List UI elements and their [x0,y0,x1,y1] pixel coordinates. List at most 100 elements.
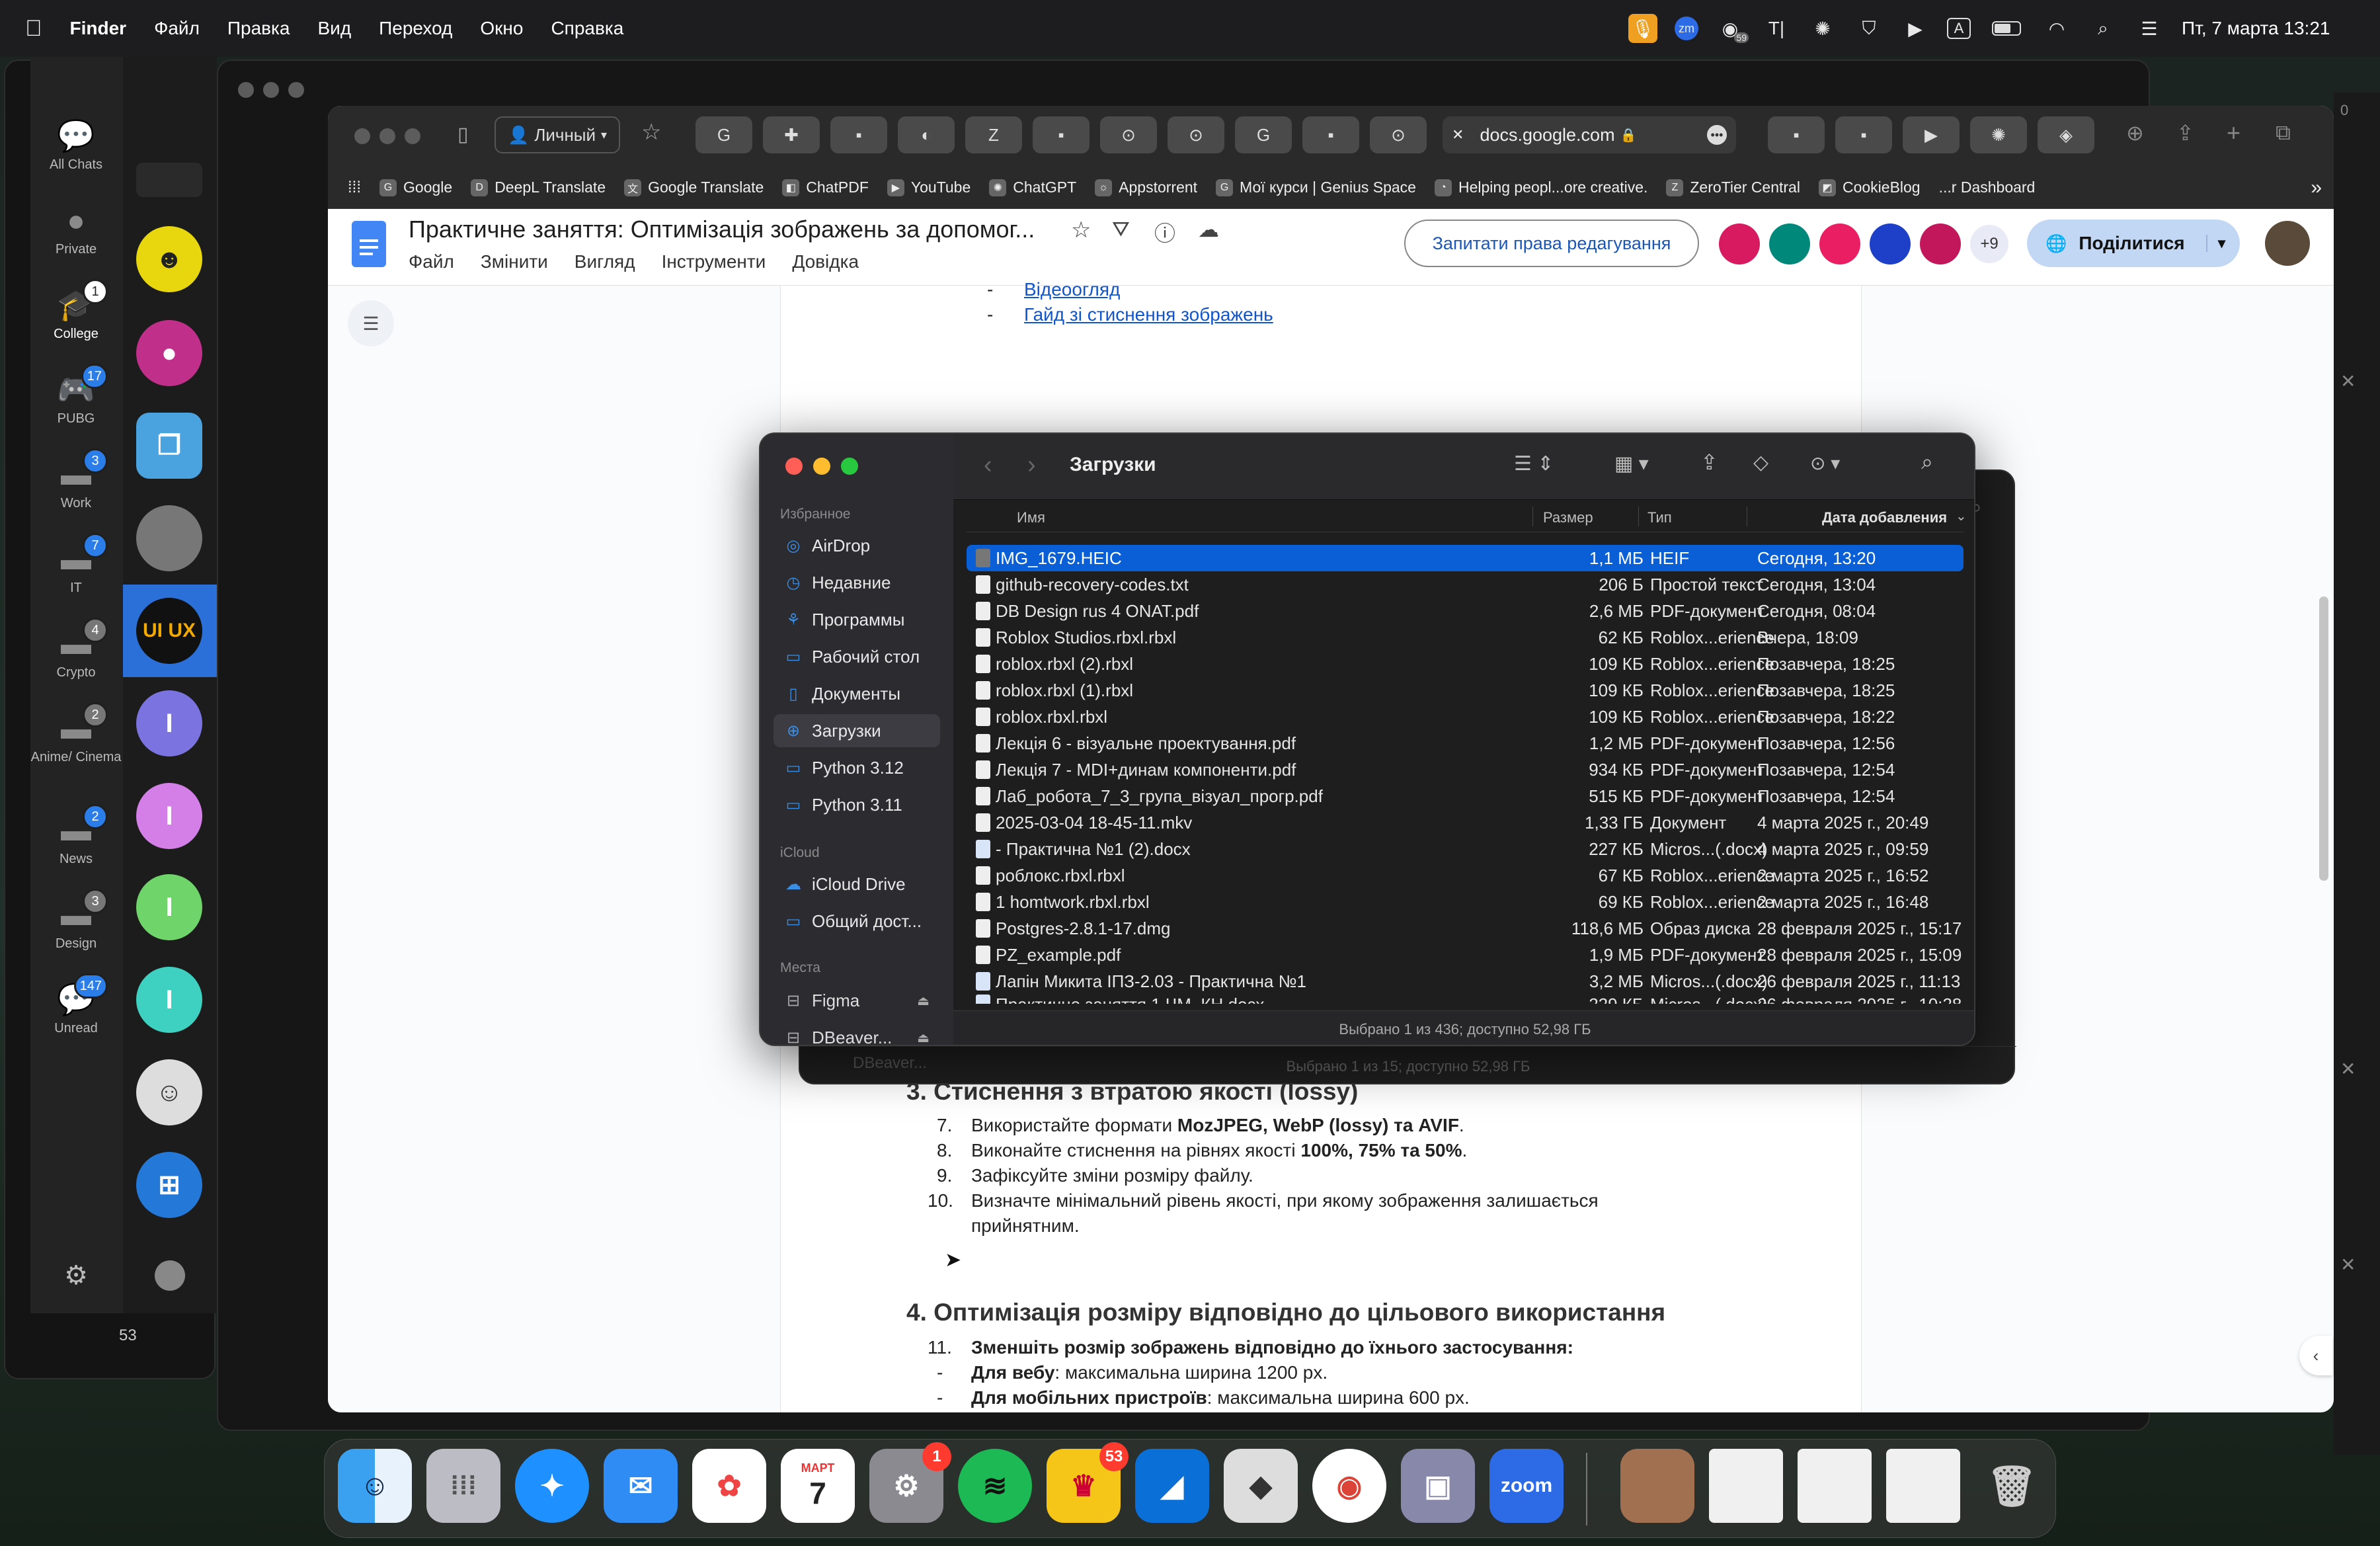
recent-window-dock-icon[interactable] [1709,1449,1783,1523]
menu-window[interactable]: Окно [480,18,523,39]
launchpad-dock-icon[interactable]: ⁞⁞⁞ [426,1449,500,1523]
profile-button[interactable]: 👤 Личный ▾ [495,116,620,153]
more-icon[interactable]: ••• [1707,125,1727,145]
notification-icon[interactable]: ◉ 59 [1716,14,1749,43]
eject-icon[interactable]: ⏏ [917,1030,930,1045]
tab-github[interactable]: ⊙ [1370,116,1427,153]
finder-dock-icon[interactable]: ☺ [338,1449,412,1523]
bookmark-genius-space[interactable]: G Мої курси | Genius Space [1216,179,1416,196]
bookmark-dashboard[interactable]: ...r Dashboard [1939,179,2036,196]
docs-menu-edit[interactable]: Змінити [481,251,548,272]
spotify-dock-icon[interactable]: ≋ [958,1449,1032,1523]
menu-go[interactable]: Переход [379,18,452,39]
collaborator-avatar[interactable] [1769,224,1810,264]
sidebar-item-documents[interactable]: ▯ Документы [774,677,940,710]
collaborator-avatar[interactable] [1819,224,1860,264]
folder-all-chats[interactable]: 💬 All Chats [30,118,122,173]
control-center-icon[interactable]: ☰ [2135,14,2164,43]
tab-pinned[interactable]: ◐ [898,116,955,153]
user-avatar[interactable] [2265,221,2310,266]
spotlight-search-icon[interactable]: ⌕ [2088,14,2118,43]
file-row[interactable]: IMG_1679.HEIC 1,1 МБ HEIF Сегодня, 13:20 [967,545,1964,571]
collaborator-avatar[interactable] [1870,224,1911,264]
downloads-icon[interactable]: ⊕ [2126,120,2144,145]
bookmark-google-translate[interactable]: 文 Google Translate [624,179,764,196]
roblox-dock-icon[interactable]: ◆ [1224,1449,1298,1523]
file-row[interactable]: github-recovery-codes.txt 206 Б Простой те… [967,571,1964,598]
system-settings-dock-icon[interactable]: ⚙ 1 [869,1442,951,1523]
folder-design[interactable]: ▬ 3 Design [30,889,122,952]
bookmark-zerotier[interactable]: Z ZeroTier Central [1666,179,1800,196]
file-row[interactable]: 1 homtwork.rbxl.rbxl 69 КБ Roblox...erienc… [967,889,1964,915]
search-box[interactable] [136,163,202,197]
sidebar-item-python-312[interactable]: ▭ Python 3.12 [774,751,940,784]
column-header-name[interactable]: Имя [1017,509,1045,526]
sidebar-item-figma[interactable]: ⊟ Figma ⏏ [774,984,940,1017]
folder-it[interactable]: ▬ 7 IT [30,533,122,596]
file-row[interactable]: Практичне заняття 1 ЧМ_КН.docx 229 КБ Micr… [967,995,1964,1004]
more-collaborators-badge[interactable]: +9 [1970,225,2008,263]
folder-pubg[interactable]: 🎮 17 PUBG [30,364,122,427]
group-by-icon[interactable]: ▦ ▾ [1614,452,1649,475]
profile-icon[interactable] [155,1260,185,1291]
share-button[interactable]: 🌐 Поділитися ▾ [2027,220,2240,267]
chevron-down-icon[interactable]: ▾ [2205,235,2225,252]
file-row[interactable]: - Практична №1 (2).docx 227 КБ Micros...(.… [967,836,1964,862]
outline-icon[interactable]: ☰ [348,300,394,346]
keyboard-layout-icon[interactable]: A [1947,18,1971,39]
text-icon[interactable]: T| [1762,14,1791,43]
docs-menu-help[interactable]: Довідка [792,251,859,272]
search-icon[interactable]: ⌕ [1921,450,1933,475]
eject-icon[interactable]: ⏏ [917,993,930,1009]
menu-view[interactable]: Вид [318,18,352,39]
sidebar-item-desktop[interactable]: ▭ Рабочий стол [774,640,940,673]
collapse-panel-icon[interactable]: ‹ [2299,1336,2332,1375]
microphone-icon[interactable]: 🎙 [1628,14,1657,43]
vertical-scrollbar[interactable] [2319,596,2328,881]
chat-app-dock-icon[interactable]: ♛ 53 [1047,1442,1129,1523]
bookmark-google[interactable]: G Google [379,179,452,196]
tab-pinned[interactable]: ▪ [1835,116,1892,153]
sidebar-item-applications[interactable]: ⚘ Программы [774,603,940,636]
file-row[interactable]: roblox.rbxl.rbxl 109 КБ Roblox...erience По… [967,704,1964,730]
tab-overview-icon[interactable]: ⧉ [2276,120,2291,145]
column-header-date-added[interactable]: Дата добавления [1822,509,1947,526]
file-row[interactable]: roblox.rbxl (2).rbxl 109 КБ Roblox...erien… [967,651,1964,677]
photos-dock-icon[interactable]: ✿ [692,1449,766,1523]
chatgpt-icon[interactable]: ✺ [1808,14,1837,43]
calendar-dock-icon[interactable]: МАРТ 7 [781,1449,855,1523]
tab-pinned[interactable]: ▪ [830,116,887,153]
menu-file[interactable]: Файл [154,18,200,39]
collaborator-avatar[interactable] [1920,224,1961,264]
preview-dock-icon[interactable]: ▣ [1401,1449,1475,1523]
request-edit-button[interactable]: Запитати права редагування [1404,220,1699,267]
document-title[interactable]: Практичне заняття: Оптимізація зображень… [409,216,1035,243]
tab-youtube[interactable]: ▶ [1903,116,1960,153]
tab-pinned[interactable]: ✚ [763,116,820,153]
sidebar-item-shared[interactable]: ▭ Общий дост... [774,905,940,938]
file-row[interactable]: Лекція 6 - візуальне проектування.pdf 1,2… [967,730,1964,756]
chat-avatar-smiley[interactable]: ☻ [136,226,202,292]
close-tab-icon[interactable]: ✕ [1452,126,1464,143]
tab-github[interactable]: ⊙ [1168,116,1224,153]
file-row[interactable]: роблокс.rbxl.rbxl 67 КБ Roblox...erience 2 … [967,862,1964,889]
file-row[interactable]: DB Design rus 4 ONAT.pdf 2,6 МБ PDF-докуме… [967,598,1964,624]
recent-window-dock-icon[interactable] [1798,1449,1872,1523]
bookmark-deepl[interactable]: D DeepL Translate [471,179,606,196]
file-row[interactable]: Лаб_робота_7_3_група_візуал_прогр.pdf 515… [967,783,1964,809]
bookmark-cookieblog[interactable]: ◩ CookieBlog [1818,179,1921,196]
tab-pinned[interactable]: ▪ [1033,116,1090,153]
sidebar-item-downloads[interactable]: ⊕ Загрузки [774,714,940,747]
folder-unread[interactable]: 💬 147 Unread [30,973,122,1036]
sidebar-item-dbeaver[interactable]: ⊟ DBeaver... ⏏ [774,1021,940,1045]
tab-pinned[interactable]: ◈ [2038,116,2094,153]
share-icon[interactable]: ⇪ [1700,450,1718,475]
list-view-icon[interactable]: ☰ ⇕ [1514,452,1554,475]
info-icon[interactable]: ⓘ [1154,217,1175,247]
wifi-icon[interactable]: ◠ [2042,14,2071,43]
battery-icon[interactable] [1988,14,2025,43]
bookmark-chatpdf[interactable]: ◧ ChatPDF [782,179,869,196]
folder-private[interactable]: ● Private [30,202,122,257]
bookmarks-overflow-icon[interactable]: » [2311,177,2322,199]
recent-photo-dock-icon[interactable] [1620,1449,1694,1523]
